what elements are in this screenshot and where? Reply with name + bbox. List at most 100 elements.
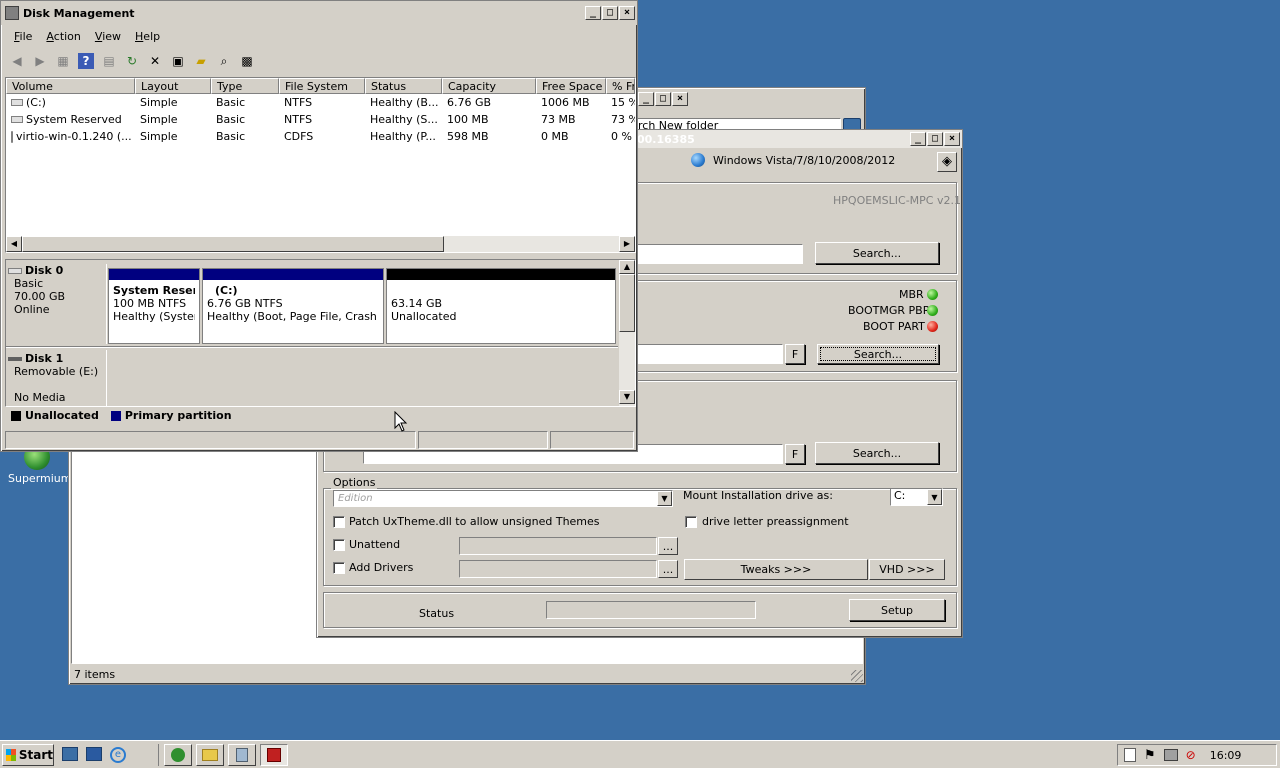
tools-icon[interactable]: ◈ — [937, 152, 957, 172]
windows-logo-icon — [6, 749, 16, 761]
column-layout[interactable]: Layout — [135, 78, 211, 94]
f-button-2[interactable]: F — [785, 444, 805, 464]
column-file-system[interactable]: File System — [279, 78, 365, 94]
disk-management-icon — [236, 748, 248, 762]
setup-button[interactable]: Setup — [849, 599, 945, 621]
taskbar-apps — [164, 744, 288, 766]
column-volume[interactable]: Volume — [6, 78, 135, 94]
close-button[interactable]: × — [672, 92, 688, 106]
settings-icon[interactable]: ▣ — [170, 53, 186, 69]
chevron-down-icon[interactable]: ▼ — [657, 491, 672, 506]
taskbar-disk-mgmt[interactable] — [228, 744, 256, 766]
search-icon[interactable]: ⌕ — [216, 53, 232, 69]
back-icon[interactable]: ◀ — [9, 53, 25, 69]
scroll-right-icon[interactable]: ▶ — [619, 236, 635, 252]
column-capacity[interactable]: Capacity — [442, 78, 536, 94]
help-icon[interactable]: ? — [78, 53, 94, 69]
unattend-browse-button[interactable]: ... — [658, 537, 678, 555]
volume-list[interactable]: Volume Layout Type File System Status Ca… — [5, 77, 636, 253]
server-manager-icon[interactable] — [86, 747, 102, 761]
column-percent-free[interactable]: % Fr — [606, 78, 635, 94]
unattend-path-input[interactable] — [459, 537, 657, 555]
menu-file[interactable]: File — [14, 30, 32, 43]
search-button-1[interactable]: Search... — [815, 242, 939, 264]
tray-document-icon[interactable] — [1124, 748, 1136, 762]
taskbar-installer[interactable] — [260, 744, 288, 766]
scroll-up-icon[interactable]: ▲ — [619, 260, 635, 274]
f-button-1[interactable]: F — [785, 344, 805, 364]
minimize-button[interactable]: _ — [638, 92, 654, 106]
show-desktop-icon[interactable] — [62, 747, 78, 761]
menu-view[interactable]: View — [95, 30, 121, 43]
tweaks-button[interactable]: Tweaks >>> — [684, 559, 868, 580]
vertical-scrollbar[interactable]: ▲ ▼ — [619, 260, 635, 406]
drive-letter-checkbox[interactable] — [685, 516, 697, 528]
drivers-path-input[interactable] — [459, 560, 657, 578]
export-icon[interactable]: ▩ — [239, 53, 255, 69]
disk-management-window[interactable]: Disk Management _ □ × File Action View H… — [0, 0, 638, 452]
mount-drive-select[interactable]: C: ▼ — [890, 488, 943, 506]
edition-select[interactable]: Edition ▼ — [333, 490, 673, 507]
legend-unallocated-swatch — [11, 410, 21, 421]
close-button[interactable]: × — [944, 132, 960, 146]
minimize-button[interactable]: _ — [585, 6, 601, 20]
partition-unallocated[interactable]: 63.14 GB Unallocated — [386, 268, 616, 344]
open-folder-icon[interactable]: ▰ — [193, 53, 209, 69]
chevron-down-icon[interactable]: ▼ — [927, 489, 942, 505]
volume-muted-icon[interactable]: ⊘ — [1186, 748, 1196, 762]
mbr-label: MBR — [899, 288, 924, 301]
delete-icon[interactable]: ✕ — [147, 53, 163, 69]
disk1-info[interactable]: Disk 1 Removable (E:) No Media — [8, 352, 104, 408]
horizontal-scrollbar[interactable]: ◀ ▶ — [6, 236, 635, 252]
refresh-icon[interactable]: ↻ — [124, 53, 140, 69]
search-button-2[interactable]: Search... — [817, 344, 939, 364]
action-center-flag-icon[interactable]: ⚑ — [1144, 748, 1156, 763]
console-tree-icon[interactable]: ▦ — [55, 53, 71, 69]
menu-action[interactable]: Action — [46, 30, 80, 43]
mount-label: Mount Installation drive as: — [683, 489, 833, 502]
disk-icon — [8, 267, 22, 274]
scroll-down-icon[interactable]: ▼ — [619, 390, 635, 404]
network-icon[interactable] — [1163, 749, 1178, 761]
table-row[interactable]: System Reserved Simple Basic NTFS Health… — [6, 111, 635, 128]
drive-icon — [11, 99, 23, 106]
taskbar: Start e ⚑ ⊘ 16:09 — [0, 740, 1280, 768]
partition-c[interactable]: (C:) 6.76 GB NTFS Healthy (Boot, Page Fi… — [202, 268, 384, 344]
taskbar-supermium[interactable] — [164, 744, 192, 766]
minimize-button[interactable]: _ — [910, 132, 926, 146]
quick-launch: e — [62, 747, 126, 763]
forward-icon[interactable]: ▶ — [32, 53, 48, 69]
vhd-button[interactable]: VHD >>> — [869, 559, 945, 580]
toolbar: ◀ ▶ ▦ ? ▤ ↻ ✕ ▣ ▰ ⌕ ▩ — [9, 52, 262, 70]
patch-uxtheme-checkbox[interactable] — [333, 516, 345, 528]
unattend-checkbox[interactable] — [333, 539, 345, 551]
partition-system-reserved[interactable]: System Reser 100 MB NTFS Healthy (System — [108, 268, 200, 344]
table-row[interactable]: (C:) Simple Basic NTFS Healthy (B... 6.7… — [6, 94, 635, 111]
ie-icon[interactable]: e — [110, 747, 126, 763]
os-globe-icon — [691, 153, 705, 167]
menu-help[interactable]: Help — [135, 30, 160, 43]
os-option-label[interactable]: Windows Vista/7/8/10/2008/2012 — [713, 154, 895, 167]
scrollbar-thumb[interactable] — [619, 274, 635, 332]
clock[interactable]: 16:09 — [1210, 749, 1242, 762]
disk-graph-view[interactable]: Disk 0 Basic 70.00 GB Online System Rese… — [5, 259, 636, 407]
taskbar-explorer[interactable] — [196, 744, 224, 766]
table-row[interactable]: virtio-win-0.1.240 (... Simple Basic CDF… — [6, 128, 635, 145]
disk0-info[interactable]: Disk 0 Basic 70.00 GB Online — [8, 264, 104, 344]
maximize-button[interactable]: □ — [655, 92, 671, 106]
column-free-space[interactable]: Free Space — [536, 78, 606, 94]
scrollbar-thumb[interactable] — [22, 236, 444, 252]
start-button[interactable]: Start — [2, 744, 54, 766]
column-type[interactable]: Type — [211, 78, 279, 94]
scroll-left-icon[interactable]: ◀ — [6, 236, 22, 252]
maximize-button[interactable]: □ — [927, 132, 943, 146]
properties-icon[interactable]: ▤ — [101, 53, 117, 69]
resize-grip-icon[interactable] — [851, 670, 863, 682]
add-drivers-checkbox[interactable] — [333, 562, 345, 574]
maximize-button[interactable]: □ — [602, 6, 618, 20]
close-button[interactable]: × — [619, 6, 635, 20]
drivers-browse-button[interactable]: ... — [658, 560, 678, 578]
search-button-3[interactable]: Search... — [815, 442, 939, 464]
column-status[interactable]: Status — [365, 78, 442, 94]
drive-letter-label: drive letter preassignment — [702, 515, 849, 528]
